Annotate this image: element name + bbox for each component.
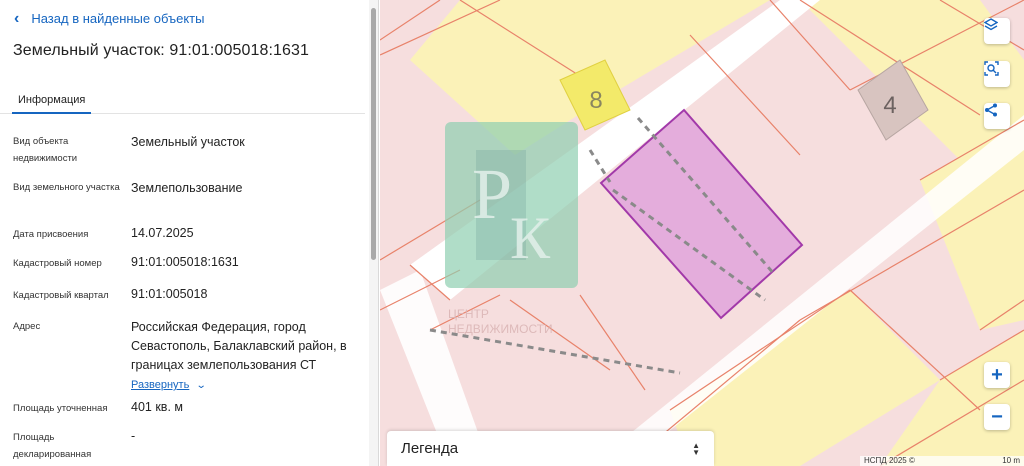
legend-label: Легенда [401, 440, 459, 457]
address-text: Российская Федерация, город Севастополь,… [131, 320, 347, 372]
area-select-icon [984, 61, 999, 76]
expand-collapse-icon: ▲ ▼ [692, 440, 700, 457]
attribution-source: НСПД 2025 © [864, 456, 915, 465]
info-value: 401 кв. м [131, 400, 183, 414]
share-icon [985, 103, 997, 117]
tab-information[interactable]: Информация [12, 86, 92, 114]
info-label: Вид земельного участка [13, 182, 120, 193]
chevron-down-icon[interactable]: ⌄ [196, 376, 207, 395]
zoom-out-button[interactable]: − [984, 404, 1010, 430]
info-label: Площадь декларированная [13, 432, 92, 460]
chevron-left-icon: ‹ [14, 9, 20, 27]
back-link-label: Назад в найденные объекты [31, 11, 205, 26]
svg-text:НЕДВИЖИМОСТИ: НЕДВИЖИМОСТИ [448, 322, 553, 336]
info-value: 91:01:005018 [131, 287, 208, 301]
info-label: Кадастровый квартал [13, 290, 109, 301]
cadastral-map[interactable]: 8 4 Р К ЦЕНТР НЕДВИЖИМОСТИ + − [380, 0, 1024, 466]
info-value: - [131, 429, 136, 443]
legend-dropdown[interactable]: Легенда ▲ ▼ [387, 431, 714, 466]
info-label: Адрес [13, 321, 41, 332]
zoom-in-button[interactable]: + [984, 362, 1010, 388]
svg-text:ЦЕНТР: ЦЕНТР [448, 307, 489, 321]
layers-button[interactable] [984, 18, 1010, 44]
tab-bar: Информация [0, 86, 365, 114]
svg-text:К: К [510, 205, 551, 271]
page-title: Земельный участок: 91:01:005018:1631 [13, 42, 310, 59]
back-to-results-link[interactable]: ‹ Назад в найденные объекты [14, 9, 205, 27]
info-value: 14.07.2025 [131, 226, 194, 240]
info-value: Землепользование [131, 181, 243, 195]
svg-text:Р: Р [472, 154, 512, 234]
info-label: Кадастровый номер [13, 258, 102, 269]
info-value-address: Российская Федерация, город Севастополь,… [131, 318, 359, 395]
expand-address-link[interactable]: Развернуть [131, 376, 189, 395]
map-attribution: НСПД 2025 © 10 m [860, 456, 1024, 466]
info-label: Дата присвоения [13, 229, 89, 240]
info-label: Площадь уточненная [13, 403, 108, 414]
info-value: 91:01:005018:1631 [131, 255, 239, 269]
info-label: Вид объекта недвижимости [13, 136, 78, 164]
info-value: Земельный участок [131, 135, 245, 149]
plot-label-8: 8 [589, 87, 602, 114]
plot-label-4: 4 [883, 92, 896, 119]
share-button[interactable] [984, 103, 1010, 129]
map-canvas[interactable]: 8 4 Р К ЦЕНТР НЕДВИЖИМОСТИ [380, 0, 1024, 466]
scale-label: 10 m [1002, 456, 1020, 465]
area-select-button[interactable] [984, 61, 1010, 87]
layers-icon [984, 18, 998, 31]
scrollbar-thumb[interactable] [371, 8, 376, 260]
object-info-panel: ‹ Назад в найденные объекты Земельный уч… [0, 0, 379, 466]
